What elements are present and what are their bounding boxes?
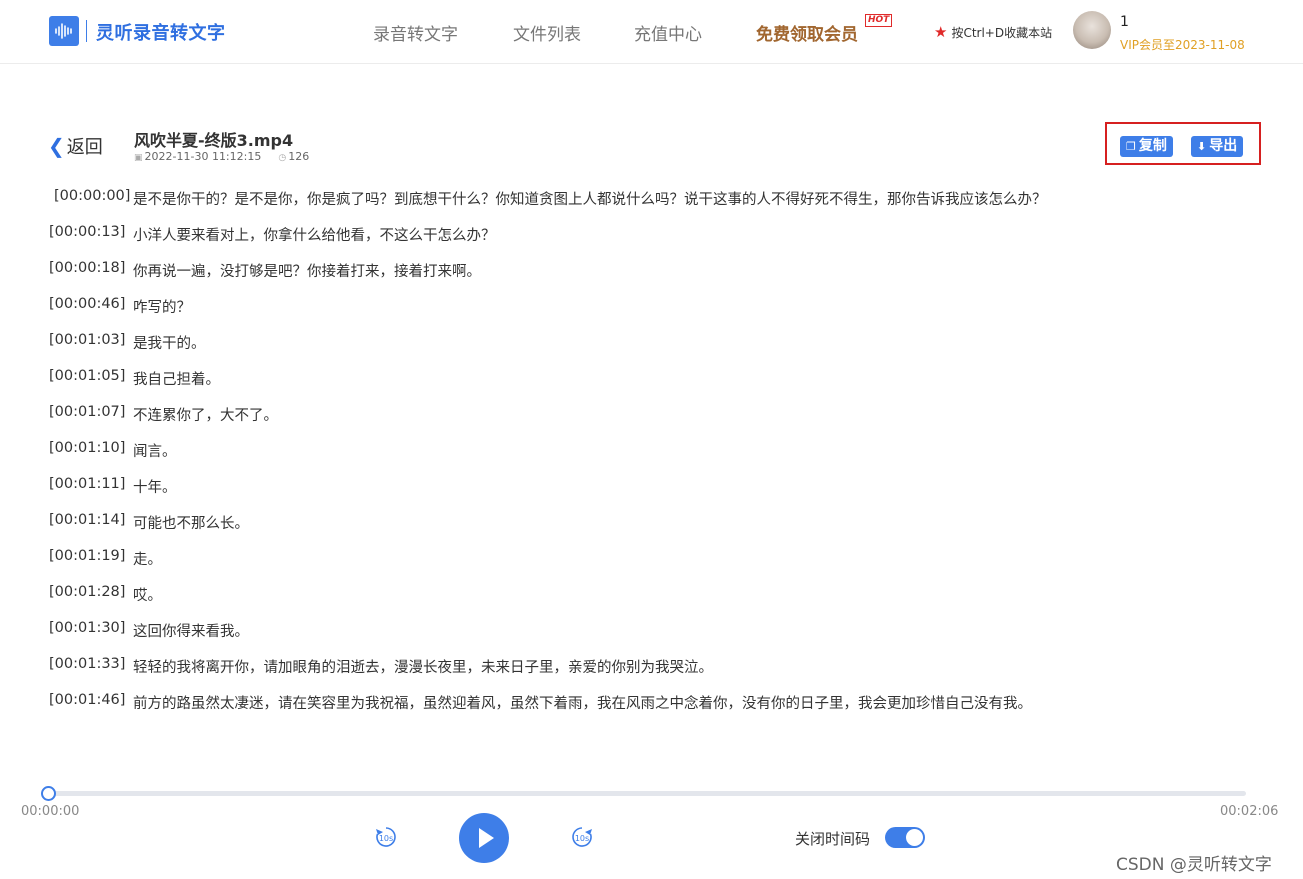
transcript-line[interactable]: [00:01:05] 我自己担着。: [49, 368, 1269, 404]
copy-button[interactable]: ❐ 复制: [1120, 136, 1173, 157]
transcript-text: 轻轻的我将离开你，请加眼角的泪逝去，漫漫长夜里，未来日子里，亲爱的你别为我哭泣。: [133, 660, 713, 676]
transcript-text: 闻言。: [133, 444, 177, 460]
transcript-text: 走。: [133, 552, 162, 568]
progress-bar[interactable]: [48, 791, 1246, 796]
star-icon: ★: [934, 23, 948, 41]
user-avatar[interactable]: [1073, 11, 1111, 49]
timestamp[interactable]: [00:01:46]: [49, 692, 133, 728]
timestamp[interactable]: [00:01:11]: [49, 476, 133, 512]
transcript-line[interactable]: [00:00:46] 咋写的？: [49, 296, 1269, 332]
current-time: 00:00:00: [21, 804, 80, 819]
transcript-text: 是我干的。: [133, 336, 206, 352]
transcript-line[interactable]: [00:00:18] 你再说一遍，没打够是吧？你接着打来，接着打来啊。: [49, 260, 1269, 296]
back-label: 返回: [66, 137, 103, 158]
transcript-text: 哎。: [133, 588, 162, 604]
transcript-text: 这回你得来看我。: [133, 624, 249, 640]
progress-handle[interactable]: [41, 786, 56, 801]
toggle-knob: [906, 829, 923, 846]
transcript-line[interactable]: [00:01:19] 走。: [49, 548, 1269, 584]
transcript-text: 是不是你干的？是不是你，你是疯了吗？到底想干什么？你知道贪图上人都说什么吗？说干…: [133, 192, 1047, 208]
file-meta: ▣ 2022-11-30 11:12:15 ◷ 126: [134, 150, 309, 163]
transcript-line[interactable]: [00:01:28] 哎。: [49, 584, 1269, 620]
timestamp[interactable]: [00:00:13]: [49, 224, 133, 260]
download-icon: ⬇: [1197, 140, 1207, 153]
transcript-text: 十年。: [133, 480, 177, 496]
transcript-text: 小洋人要来看对上，你拿什么给他看，不这么干怎么办？: [133, 228, 496, 244]
timestamp[interactable]: [00:01:19]: [49, 548, 133, 584]
transcript-text: 咋写的？: [133, 300, 191, 316]
timestamp[interactable]: [00:00:46]: [49, 296, 133, 332]
back-button[interactable]: ❮ 返回: [48, 133, 103, 159]
logo-waveform-icon[interactable]: [49, 16, 79, 46]
bookmark-hint: ★ 按Ctrl+D收藏本站: [934, 23, 1052, 41]
timestamp[interactable]: [00:01:05]: [49, 368, 133, 404]
nav-item-free-vip[interactable]: 免费领取会员: [756, 20, 858, 45]
file-created: 2022-11-30 11:12:15: [144, 150, 262, 163]
hot-badge: HOT: [865, 14, 893, 27]
username[interactable]: 1: [1120, 14, 1129, 30]
chevron-left-icon: ❮: [48, 134, 65, 158]
transcript-line[interactable]: [00:01:14] 可能也不那么长。: [49, 512, 1269, 548]
skip-forward-10s-icon[interactable]: 10s: [569, 824, 595, 850]
timestamp[interactable]: [00:01:30]: [49, 620, 133, 656]
clock-icon: ◷: [278, 153, 287, 163]
timestamp[interactable]: [00:01:14]: [49, 512, 133, 548]
transcript-line[interactable]: [00:00:00] 是不是你干的？是不是你，你是疯了吗？到底想干什么？你知道贪图…: [49, 188, 1269, 224]
brand-name[interactable]: 灵听录音转文字: [96, 19, 226, 45]
transcript-text: 你再说一遍，没打够是吧？你接着打来，接着打来啊。: [133, 264, 481, 280]
transcript-text: 不连累你了，大不了。: [133, 408, 278, 424]
transcript-line[interactable]: [00:01:10] 闻言。: [49, 440, 1269, 476]
play-button[interactable]: [459, 813, 509, 863]
skip-forward-label: 10s: [575, 834, 589, 843]
transcript-line[interactable]: [00:01:30] 这回你得来看我。: [49, 620, 1269, 656]
bookmark-hint-text: 按Ctrl+D收藏本站: [951, 26, 1053, 40]
file-name: 风吹半夏-终版3.mp4: [134, 131, 294, 150]
transcript-line[interactable]: [00:01:03] 是我干的。: [49, 332, 1269, 368]
top-header: 灵听录音转文字 录音转文字 文件列表 充值中心 免费领取会员 HOT ★ 按Ctr…: [0, 0, 1303, 64]
timestamp[interactable]: [00:01:07]: [49, 404, 133, 440]
export-label: 导出: [1209, 138, 1238, 154]
timestamp[interactable]: [00:00:00]: [49, 188, 133, 224]
transcript-text: 可能也不那么长。: [133, 516, 249, 532]
transcript-line[interactable]: [00:01:46] 前方的路虽然太凄迷，请在笑容里为我祝福，虽然迎着风，虽然下着…: [49, 692, 1269, 728]
timestamp[interactable]: [00:01:03]: [49, 332, 133, 368]
csdn-watermark: CSDN @灵听转文字: [1116, 855, 1272, 875]
file-views: 126: [288, 150, 310, 163]
transcript-line[interactable]: [00:00:13] 小洋人要来看对上，你拿什么给他看，不这么干怎么办？: [49, 224, 1269, 260]
export-button[interactable]: ⬇ 导出: [1191, 136, 1244, 157]
transcript-text: 我自己担着。: [133, 372, 220, 388]
timecode-toggle[interactable]: [885, 827, 925, 848]
skip-back-10s-icon[interactable]: 10s: [373, 824, 399, 850]
calendar-icon: ▣: [134, 153, 143, 163]
timestamp[interactable]: [00:01:10]: [49, 440, 133, 476]
transcript-list: [00:00:00] 是不是你干的？是不是你，你是疯了吗？到底想干什么？你知道贪图…: [49, 188, 1269, 728]
timestamp[interactable]: [00:01:28]: [49, 584, 133, 620]
nav-item-record-to-text[interactable]: 录音转文字: [373, 20, 458, 45]
nav-item-recharge[interactable]: 充值中心: [634, 20, 702, 45]
timestamp[interactable]: [00:00:18]: [49, 260, 133, 296]
transcript-text: 前方的路虽然太凄迷，请在笑容里为我祝福，虽然迎着风，虽然下着雨，我在风雨之中念着…: [133, 696, 1032, 712]
vip-expiry: VIP会员至2023-11-08: [1120, 38, 1245, 52]
total-time: 00:02:06: [1220, 804, 1279, 819]
timestamp[interactable]: [00:01:33]: [49, 656, 133, 692]
transcript-line[interactable]: [00:01:33] 轻轻的我将离开你，请加眼角的泪逝去，漫漫长夜里，未来日子里，…: [49, 656, 1269, 692]
timecode-toggle-label: 关闭时间码: [795, 830, 871, 848]
copy-icon: ❐: [1126, 140, 1136, 153]
transcript-line[interactable]: [00:01:07] 不连累你了，大不了。: [49, 404, 1269, 440]
nav-item-file-list[interactable]: 文件列表: [513, 20, 581, 45]
copy-label: 复制: [1138, 138, 1167, 154]
skip-back-label: 10s: [379, 834, 393, 843]
logo-divider: [86, 20, 87, 42]
transcript-line[interactable]: [00:01:11] 十年。: [49, 476, 1269, 512]
